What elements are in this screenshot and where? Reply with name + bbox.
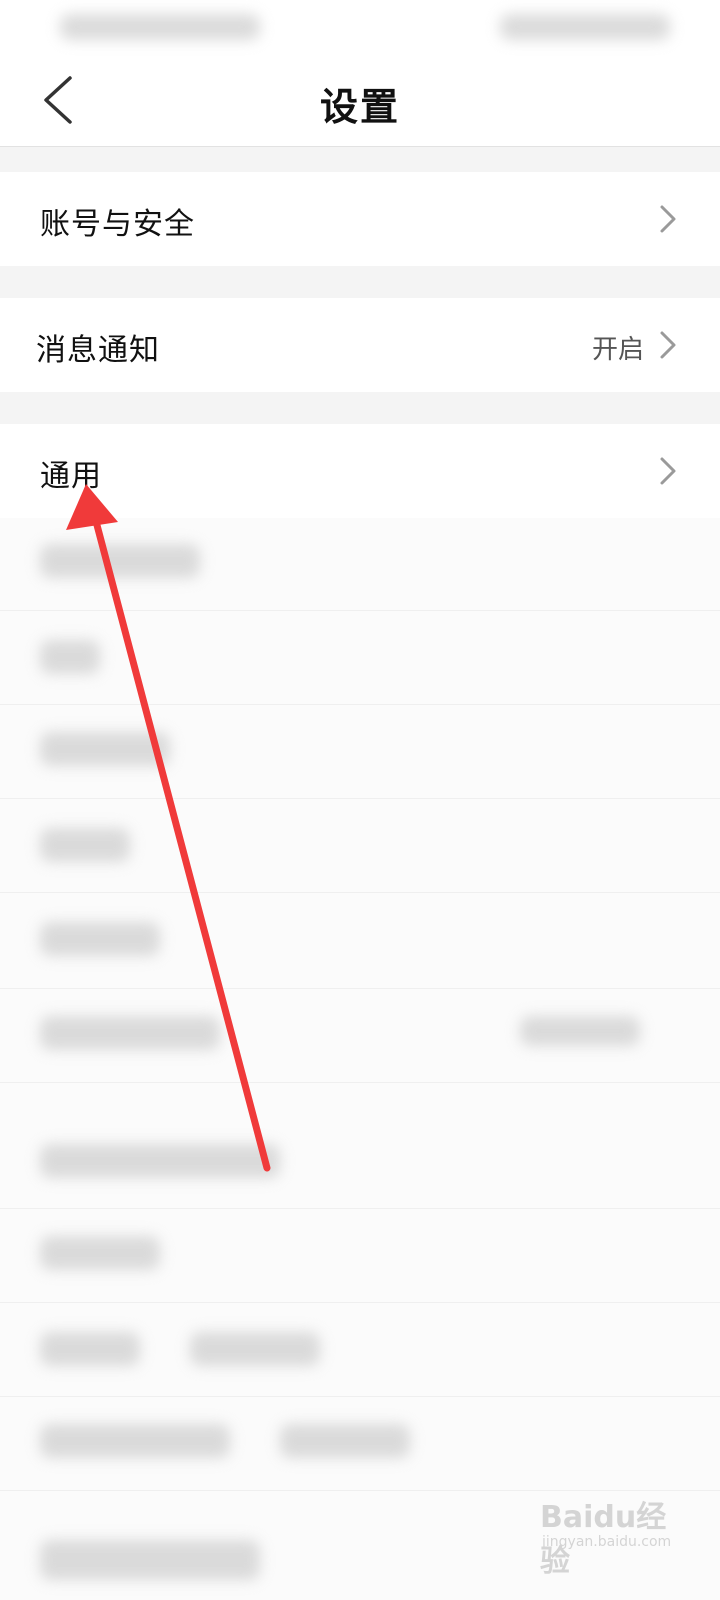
watermark-url: jingyan.baidu.com [542, 1534, 672, 1550]
settings-row-label: 通用 [40, 459, 102, 494]
blurred-row [40, 640, 100, 674]
divider [0, 1302, 720, 1303]
divider [0, 1208, 720, 1209]
blurred-row [40, 732, 170, 766]
page-title: 设置 [319, 85, 400, 129]
divider [0, 1396, 720, 1397]
blurred-settings-list [0, 518, 720, 1600]
settings-row-notifications[interactable]: 消息通知 开启 [0, 298, 720, 392]
divider [0, 798, 720, 799]
divider [0, 1490, 720, 1491]
blurred-row [190, 1332, 320, 1366]
blurred-row [40, 922, 160, 956]
divider [0, 704, 720, 705]
blurred-row [40, 1332, 140, 1366]
baidu-watermark: Baidu经验 jingyan.baidu.com [540, 1492, 680, 1579]
settings-row-general[interactable]: 通用 [0, 424, 720, 519]
blurred-row [280, 1424, 410, 1458]
divider [0, 610, 720, 611]
blurred-row [40, 1540, 260, 1580]
settings-row-account-security[interactable]: 账号与安全 [0, 172, 720, 266]
divider [0, 892, 720, 893]
blurred-row [40, 544, 200, 578]
status-bar [0, 0, 720, 56]
chevron-right-icon [660, 205, 676, 233]
settings-row-label: 消息通知 [36, 333, 160, 368]
settings-row-label: 账号与安全 [40, 207, 195, 242]
blurred-row-value [520, 1016, 640, 1046]
blurred-row [40, 1144, 280, 1178]
notification-status-value: 开启 [591, 335, 644, 365]
carrier-blur [60, 14, 260, 40]
blurred-row [40, 1424, 230, 1458]
divider [0, 988, 720, 989]
blurred-row [40, 828, 130, 862]
chevron-right-icon [660, 331, 676, 359]
divider [0, 1082, 720, 1083]
blurred-row [40, 1236, 160, 1270]
chevron-right-icon [660, 457, 676, 485]
nav-bar: 设置 [0, 56, 720, 147]
status-icons-blur [500, 14, 670, 40]
blurred-row [40, 1016, 220, 1050]
